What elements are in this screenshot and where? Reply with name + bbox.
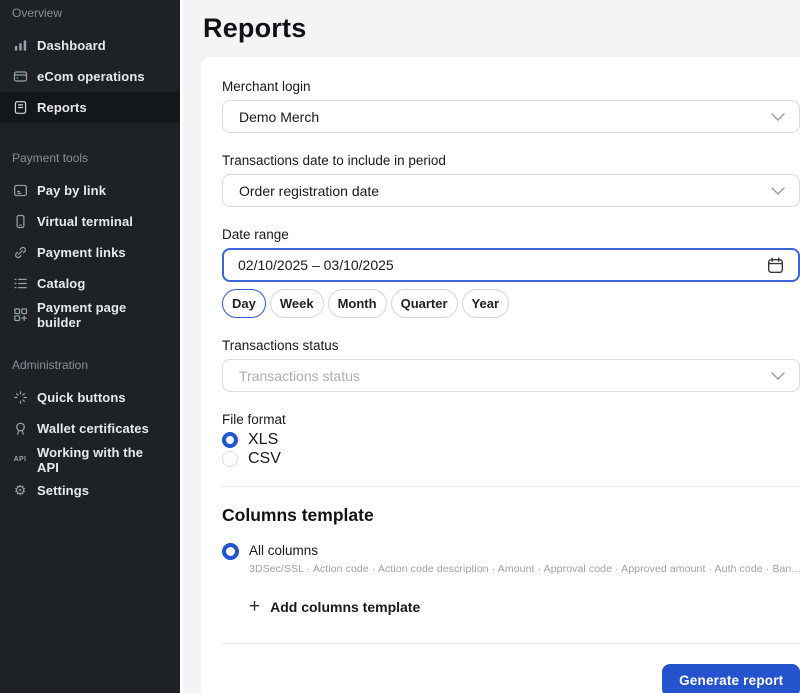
sidebar-item-label: Quick buttons — [37, 390, 126, 405]
sidebar-item-catalog[interactable]: Catalog — [0, 268, 180, 299]
sidebar-item-label: Pay by link — [37, 183, 106, 198]
sidebar-item-label: Reports — [37, 100, 87, 115]
sparkle-icon — [12, 390, 28, 406]
sidebar-section-title: Overview — [0, 4, 180, 30]
main-content: Reports Merchant login Demo Merch Transa… — [183, 0, 800, 693]
period-pill-quarter[interactable]: Quarter — [391, 289, 458, 318]
sidebar-item-virtual-terminal[interactable]: Virtual terminal — [0, 206, 180, 237]
sidebar-item-ecom-operations[interactable]: eCom operations — [0, 61, 180, 92]
page-title: Reports — [203, 12, 800, 44]
date-range-field: Date range — [222, 227, 800, 282]
transactions-status-select[interactable]: Transactions status — [222, 359, 800, 392]
section-divider — [222, 486, 800, 487]
sidebar-item-label: Wallet certificates — [37, 421, 149, 436]
link-icon — [12, 245, 28, 261]
period-pill-month[interactable]: Month — [328, 289, 387, 318]
document-icon — [12, 100, 28, 116]
sidebar-section-overview: Overview Dashboard eCom operations Repor… — [0, 4, 180, 123]
all-columns-text: All columns 3DSec/SSL · Action code · Ac… — [249, 542, 800, 575]
sidebar-section-title: Administration — [0, 356, 180, 382]
transactions-date-label: Transactions date to include in period — [222, 153, 800, 168]
sidebar-item-label: Payment page builder — [37, 300, 168, 330]
period-pill-year[interactable]: Year — [462, 289, 509, 318]
merchant-login-field: Merchant login Demo Merch — [222, 79, 800, 133]
chevron-down-icon — [771, 187, 785, 195]
sidebar-item-wallet-certificates[interactable]: Wallet certificates — [0, 413, 180, 444]
transactions-status-field: Transactions status Transactions status — [222, 338, 800, 392]
period-pill-day[interactable]: Day — [222, 289, 266, 318]
list-icon — [12, 276, 28, 292]
sidebar-item-quick-buttons[interactable]: Quick buttons — [0, 382, 180, 413]
transactions-date-value: Order registration date — [239, 183, 771, 199]
grid-plus-icon — [12, 307, 28, 323]
report-form-card: Merchant login Demo Merch Transactions d… — [201, 57, 800, 693]
file-format-label: File format — [222, 412, 800, 427]
file-format-radio-xls[interactable]: XLS — [222, 430, 800, 449]
sidebar-section-administration: Administration Quick buttons Wallet cert… — [0, 356, 180, 506]
radio-selected-icon — [222, 543, 239, 560]
sidebar-item-reports[interactable]: Reports — [0, 92, 180, 123]
transactions-date-field: Transactions date to include in period O… — [222, 153, 800, 207]
period-pill-group: Day Week Month Quarter Year — [222, 289, 800, 318]
chevron-down-icon — [771, 372, 785, 380]
sidebar-item-label: Settings — [37, 483, 89, 498]
footer-divider — [222, 643, 800, 644]
file-format-group: File format XLS CSV — [222, 412, 800, 468]
radio-unselected-icon — [222, 451, 238, 467]
sidebar-item-label: Payment links — [37, 245, 126, 260]
card-icon — [12, 69, 28, 85]
sidebar-item-payment-page-builder[interactable]: Payment page builder — [0, 299, 180, 330]
all-columns-radio[interactable]: All columns 3DSec/SSL · Action code · Ac… — [222, 542, 800, 575]
transactions-status-placeholder: Transactions status — [239, 368, 771, 384]
sidebar-item-working-with-the-api[interactable]: API Working with the API — [0, 444, 180, 475]
sidebar-item-label: eCom operations — [37, 69, 145, 84]
sidebar: Overview Dashboard eCom operations Repor… — [0, 0, 180, 693]
calendar-icon[interactable] — [767, 257, 784, 274]
sidebar-item-label: Virtual terminal — [37, 214, 133, 229]
file-format-radio-csv[interactable]: CSV — [222, 449, 800, 468]
sidebar-item-label: Catalog — [37, 276, 85, 291]
plus-icon: + — [249, 599, 260, 615]
sidebar-item-settings[interactable]: ⚙ Settings — [0, 475, 180, 506]
merchant-login-label: Merchant login — [222, 79, 800, 94]
file-format-option-label: CSV — [248, 450, 281, 468]
date-range-value[interactable] — [238, 257, 767, 273]
date-range-label: Date range — [222, 227, 800, 242]
api-icon: API — [12, 452, 28, 468]
merchant-login-value: Demo Merch — [239, 109, 771, 125]
footer-actions: Generate report — [222, 664, 800, 693]
badge-icon — [12, 421, 28, 437]
sidebar-item-pay-by-link[interactable]: Pay by link — [0, 175, 180, 206]
radio-selected-icon — [222, 432, 238, 448]
chevron-down-icon — [771, 113, 785, 121]
all-columns-label: All columns — [249, 542, 800, 560]
transactions-date-select[interactable]: Order registration date — [222, 174, 800, 207]
add-columns-template-button[interactable]: + Add columns template — [249, 599, 800, 615]
sidebar-section-payment-tools: Payment tools Pay by link Virtual termin… — [0, 149, 180, 330]
merchant-login-select[interactable]: Demo Merch — [222, 100, 800, 133]
sidebar-section-title: Payment tools — [0, 149, 180, 175]
gear-icon: ⚙ — [12, 483, 28, 499]
mobile-icon — [12, 214, 28, 230]
generate-report-button[interactable]: Generate report — [662, 664, 800, 693]
date-range-input[interactable] — [222, 248, 800, 282]
pay-by-link-icon — [12, 183, 28, 199]
sidebar-item-dashboard[interactable]: Dashboard — [0, 30, 180, 61]
sidebar-item-label: Dashboard — [37, 38, 106, 53]
file-format-option-label: XLS — [248, 431, 278, 449]
add-columns-template-label: Add columns template — [270, 599, 420, 615]
sidebar-item-label: Working with the API — [37, 445, 168, 475]
bar-chart-icon — [12, 38, 28, 54]
transactions-status-label: Transactions status — [222, 338, 800, 353]
all-columns-description: 3DSec/SSL · Action code · Action code de… — [249, 563, 800, 575]
period-pill-week[interactable]: Week — [270, 289, 324, 318]
columns-template-heading: Columns template — [222, 505, 800, 526]
sidebar-item-payment-links[interactable]: Payment links — [0, 237, 180, 268]
